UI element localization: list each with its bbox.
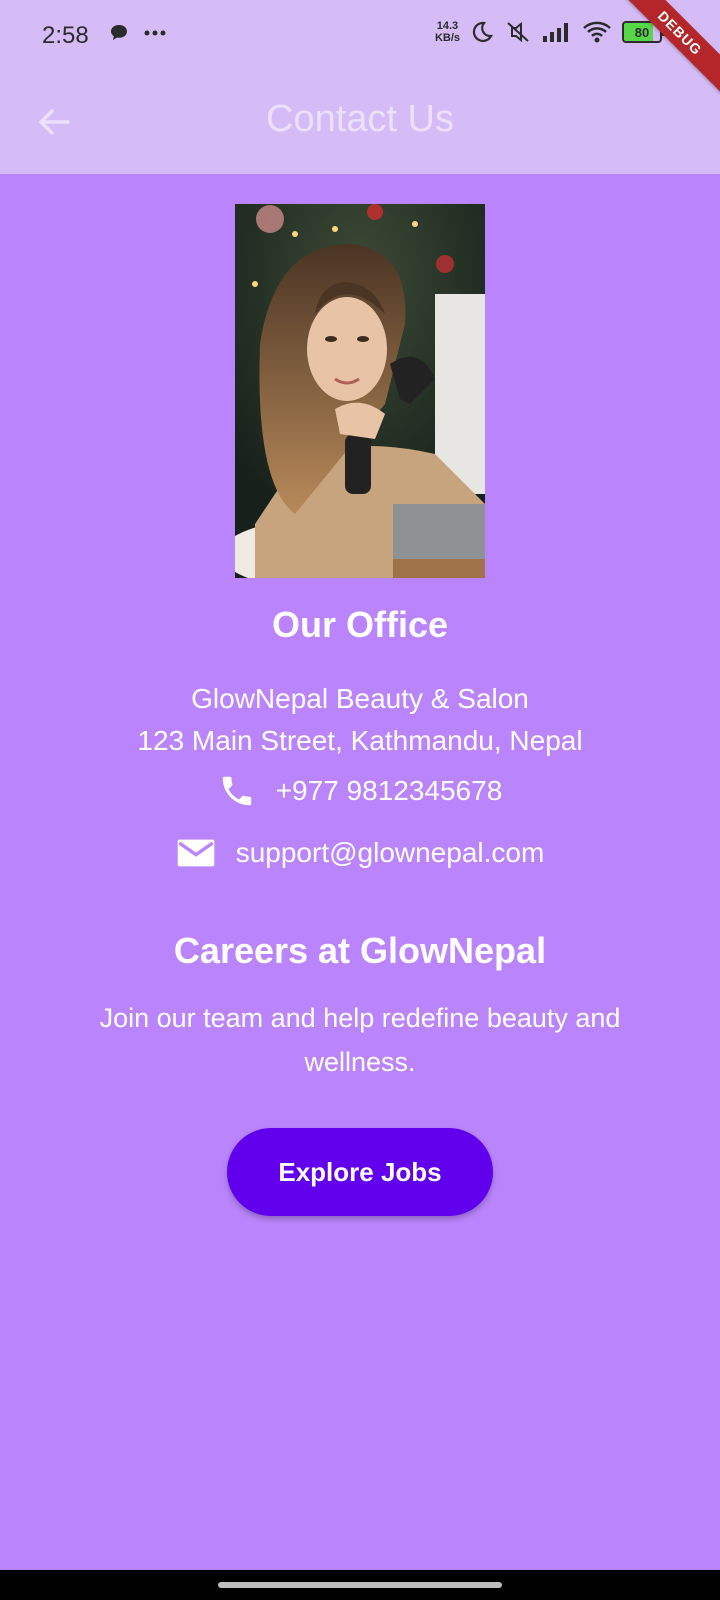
signal-icon — [543, 23, 568, 42]
email-icon — [177, 839, 215, 867]
email-address: support@glownepal.com — [235, 837, 545, 868]
app-bar: Contact Us — [0, 70, 720, 174]
office-title: Our Office — [271, 604, 449, 645]
battery-level: 80 — [634, 24, 650, 40]
status-bar: 2:58 14.3 KB/s 80 — [0, 0, 720, 70]
contact-photo — [235, 204, 485, 578]
status-left-icons — [108, 22, 166, 44]
page-title: Contact Us — [266, 98, 454, 140]
chat-bubble-icon — [111, 25, 127, 40]
office-address: GlowNepal Beauty & Salon 123 Main Street… — [0, 678, 720, 762]
woman-with-phone-image — [235, 204, 485, 578]
net-speed: 14.3 KB/s — [435, 20, 460, 44]
moon-icon — [472, 21, 493, 43]
home-indicator[interactable] — [218, 1582, 502, 1588]
net-speed-unit: KB/s — [434, 32, 460, 44]
net-speed-value: 14.3 — [436, 20, 459, 32]
email-row[interactable]: support@glownepal.com — [0, 836, 720, 870]
wifi-icon — [583, 21, 611, 43]
careers-title: Careers at GlowNepal — [173, 930, 547, 971]
careers-description: Join our team and help redefine beauty a… — [99, 1003, 621, 1077]
phone-icon — [222, 776, 251, 806]
phone-row[interactable]: +977 9812345678 — [0, 772, 720, 810]
status-time: 2:58 — [42, 22, 89, 49]
more-dots-icon — [144, 30, 166, 36]
mute-icon — [507, 21, 529, 43]
address-line-2: 123 Main Street, Kathmandu, Nepal — [137, 725, 583, 756]
contact-content: Our Office GlowNepal Beauty & Salon 123 … — [0, 174, 720, 1570]
status-right-icons: 14.3 KB/s 80 — [435, 20, 665, 44]
system-nav-bar — [0, 1570, 720, 1600]
phone-number: +977 9812345678 — [275, 775, 503, 806]
address-line-1: GlowNepal Beauty & Salon — [191, 683, 529, 714]
explore-jobs-button[interactable]: Explore Jobs — [227, 1128, 493, 1216]
